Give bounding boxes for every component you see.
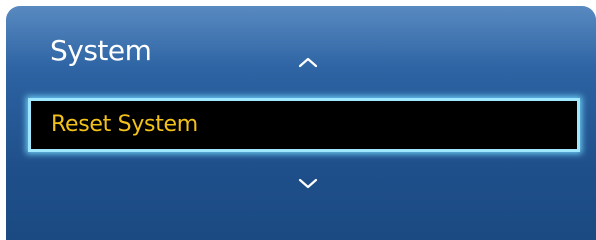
menu-panel: System Reset System: [6, 6, 596, 240]
menu-item-label: Reset System: [51, 112, 198, 137]
menu-item-reset-system[interactable]: Reset System: [28, 98, 580, 152]
chevron-up-icon[interactable]: [296, 54, 320, 70]
chevron-down-icon[interactable]: [296, 176, 320, 192]
menu-title: System: [50, 34, 152, 67]
